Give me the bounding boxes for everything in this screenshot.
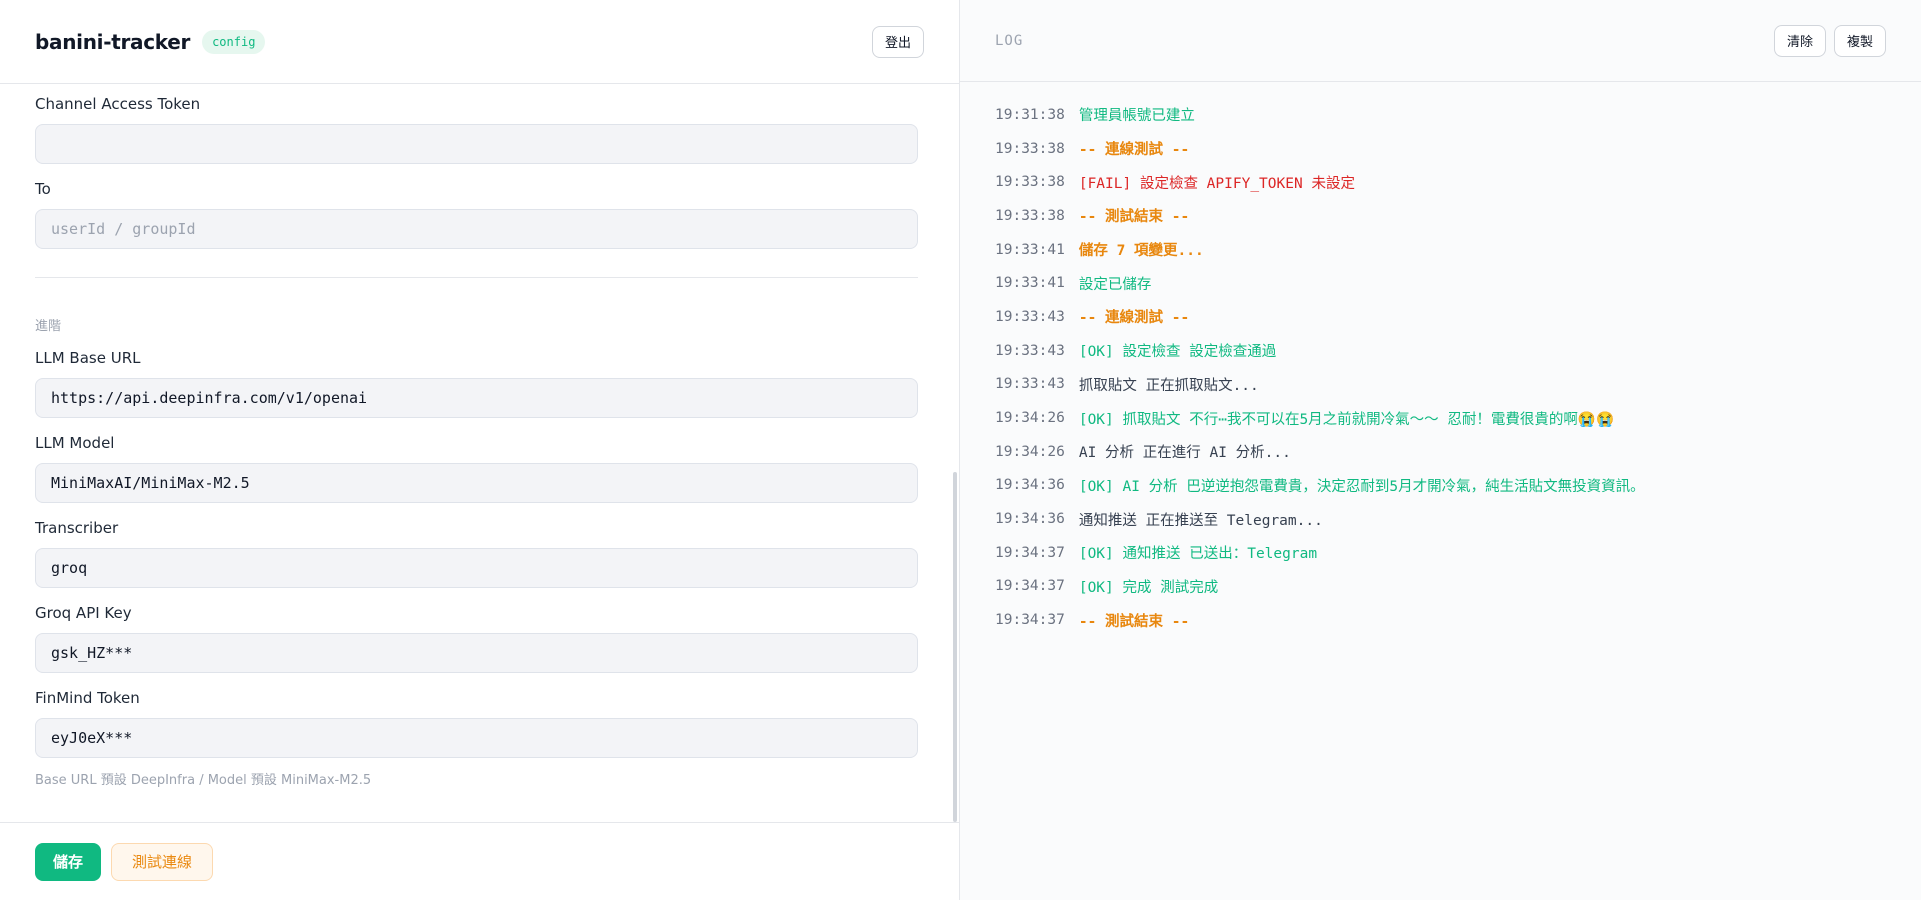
log-message: AI 分析 正在進行 AI 分析... bbox=[1078, 445, 1291, 462]
log-timestamp: 19:33:38 bbox=[995, 174, 1065, 191]
groq-key-label: Groq API Key bbox=[35, 604, 132, 622]
log-message: -- 連線測試 -- bbox=[1078, 310, 1190, 327]
app: banini-tracker config 登出 Channel Access … bbox=[0, 0, 1921, 900]
log-line: 19:33:41 設定已儲存 bbox=[995, 266, 1901, 300]
finmind-label: FinMind Token bbox=[35, 689, 140, 707]
log-message: [OK] 通知推送 已送出：Telegram bbox=[1078, 546, 1318, 563]
log-timestamp: 19:33:38 bbox=[995, 140, 1065, 157]
config-footer: 儲存 測試連線 bbox=[0, 822, 959, 900]
brand-title: banini-tracker bbox=[35, 29, 191, 54]
log-timestamp: 19:33:41 bbox=[995, 275, 1065, 292]
llm-model-label: LLM Model bbox=[35, 434, 115, 452]
log-timestamp: 19:34:37 bbox=[995, 578, 1065, 595]
to-label: To bbox=[35, 180, 51, 198]
log-line: 19:33:43 -- 連線測試 -- bbox=[995, 300, 1901, 334]
log-timestamp: 19:33:43 bbox=[995, 376, 1065, 393]
log-timestamp: 19:34:37 bbox=[995, 544, 1065, 561]
config-header: banini-tracker config 登出 bbox=[0, 0, 959, 84]
log-timestamp: 19:34:26 bbox=[995, 443, 1065, 460]
llm-model-input[interactable]: MiniMaxAI/MiniMax-M2.5 bbox=[35, 463, 918, 503]
log-message: -- 連線測試 -- bbox=[1078, 142, 1190, 159]
config-badge: config bbox=[202, 29, 266, 54]
log-message: 管理員帳號已建立 bbox=[1078, 108, 1195, 125]
log-header: LOG 清除 複製 bbox=[960, 0, 1921, 82]
log-line: 19:34:26 [OK] 抓取貼文 不行⋯我不可以在5月之前就開冷氣〜〜 忍耐！… bbox=[995, 401, 1901, 435]
config-panel: banini-tracker config 登出 Channel Access … bbox=[0, 0, 960, 900]
log-title: LOG bbox=[995, 32, 1024, 49]
log-timestamp: 19:33:43 bbox=[995, 308, 1065, 325]
form-scrollbar[interactable] bbox=[953, 472, 957, 822]
advanced-hint: Base URL 預設 DeepInfra / Model 預設 MiniMax… bbox=[35, 773, 372, 788]
log-line: 19:33:38 -- 測試結束 -- bbox=[995, 199, 1901, 233]
log-line: 19:34:37 [OK] 通知推送 已送出：Telegram bbox=[995, 536, 1901, 570]
groq-key-input[interactable]: gsk_HZ*** bbox=[35, 633, 918, 673]
logout-button[interactable]: 登出 bbox=[871, 25, 924, 58]
log-message: [OK] 設定檢查 設定檢查通過 bbox=[1078, 344, 1277, 361]
channel-token-label: Channel Access Token bbox=[35, 95, 201, 113]
log-line: 19:33:38 -- 連線測試 -- bbox=[995, 132, 1901, 166]
log-timestamp: 19:33:43 bbox=[995, 342, 1065, 359]
copy-log-button[interactable]: 複製 bbox=[1833, 24, 1886, 57]
log-line: 19:33:43 [OK] 設定檢查 設定檢查通過 bbox=[995, 334, 1901, 368]
transcriber-label: Transcriber bbox=[35, 519, 119, 537]
config-form[interactable]: Channel Access Token To userId / groupId… bbox=[0, 85, 959, 822]
channel-token-input[interactable] bbox=[35, 124, 918, 164]
llm-base-url-label: LLM Base URL bbox=[35, 349, 141, 367]
section-advanced-title: 進階 bbox=[35, 319, 62, 334]
log-line: 19:34:37 [OK] 完成 測試完成 bbox=[995, 570, 1901, 604]
log-timestamp: 19:31:38 bbox=[995, 106, 1065, 123]
log-message: -- 測試結束 -- bbox=[1078, 209, 1190, 226]
log-line: 19:31:38 管理員帳號已建立 bbox=[995, 98, 1901, 132]
log-message: [OK] AI 分析 巴逆逆抱怨電費貴，決定忍耐到5月才開冷氣，純生活貼文無投資… bbox=[1078, 478, 1645, 495]
log-panel: LOG 清除 複製 19:31:38 管理員帳號已建立 19:33:38 -- 連線測… bbox=[960, 0, 1921, 900]
log-list[interactable]: 19:31:38 管理員帳號已建立 19:33:38 -- 連線測試 -- 19:33:… bbox=[995, 98, 1901, 637]
log-message: 設定已儲存 bbox=[1078, 276, 1152, 293]
finmind-input[interactable]: eyJ0eX*** bbox=[35, 718, 918, 758]
log-timestamp: 19:34:37 bbox=[995, 612, 1065, 629]
log-timestamp: 19:34:36 bbox=[995, 477, 1065, 494]
llm-base-url-input[interactable]: https://api.deepinfra.com/v1/openai bbox=[35, 378, 918, 418]
log-timestamp: 19:33:38 bbox=[995, 207, 1065, 224]
test-connection-button[interactable]: 測試連線 bbox=[111, 842, 214, 881]
log-line: 19:34:37 -- 測試結束 -- bbox=[995, 603, 1901, 637]
log-message: 儲存 7 項變更... bbox=[1078, 243, 1204, 260]
log-timestamp: 19:33:41 bbox=[995, 241, 1065, 258]
log-timestamp: 19:34:36 bbox=[995, 511, 1065, 528]
log-line: 19:33:38 [FAIL] 設定檢查 APIFY_TOKEN 未設定 bbox=[995, 165, 1901, 199]
log-line: 19:33:41 儲存 7 項變更... bbox=[995, 233, 1901, 267]
log-line: 19:34:26 AI 分析 正在進行 AI 分析... bbox=[995, 435, 1901, 469]
log-message: 抓取貼文 正在抓取貼文... bbox=[1078, 377, 1259, 394]
transcriber-input[interactable]: groq bbox=[35, 548, 918, 588]
log-message: [OK] 抓取貼文 不行⋯我不可以在5月之前就開冷氣〜〜 忍耐！電費很貴的啊😭😭 bbox=[1078, 411, 1615, 428]
log-line: 19:33:43 抓取貼文 正在抓取貼文... bbox=[995, 368, 1901, 402]
log-line: 19:34:36 通知推送 正在推送至 Telegram... bbox=[995, 502, 1901, 536]
log-timestamp: 19:34:26 bbox=[995, 410, 1065, 427]
log-actions: 清除 複製 bbox=[1773, 24, 1886, 57]
clear-log-button[interactable]: 清除 bbox=[1773, 24, 1826, 57]
to-input[interactable]: userId / groupId bbox=[35, 209, 918, 249]
log-message: 通知推送 正在推送至 Telegram... bbox=[1078, 512, 1323, 529]
section-divider bbox=[35, 277, 918, 278]
log-line: 19:34:36 [OK] AI 分析 巴逆逆抱怨電費貴，決定忍耐到5月才開冷氣，… bbox=[995, 469, 1901, 503]
log-message: [FAIL] 設定檢查 APIFY_TOKEN 未設定 bbox=[1078, 175, 1355, 192]
save-button[interactable]: 儲存 bbox=[35, 842, 102, 881]
log-message: [OK] 完成 測試完成 bbox=[1078, 579, 1219, 596]
log-message: -- 測試結束 -- bbox=[1078, 613, 1190, 630]
